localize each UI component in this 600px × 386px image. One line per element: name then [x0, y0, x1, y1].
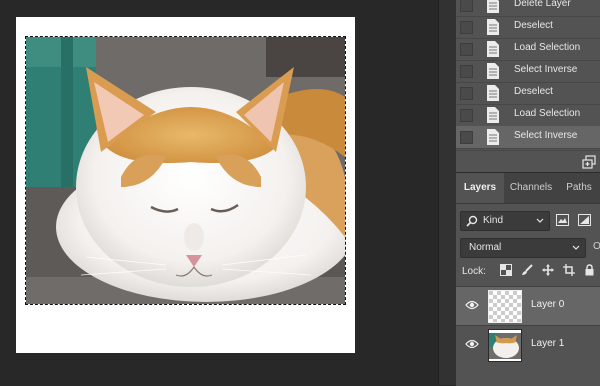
snapshot-source-checkbox[interactable] [460, 0, 473, 12]
history-state-icon [487, 129, 499, 145]
history-state-icon [487, 63, 499, 79]
chevron-down-icon [536, 218, 544, 223]
history-item-label: Load Selection [514, 42, 581, 53]
lock-position-icon[interactable] [542, 264, 554, 276]
cat-photo-layer [26, 37, 345, 304]
transparency-checkerboard [489, 291, 521, 322]
lock-label: Lock: [462, 266, 486, 277]
snapshot-source-checkbox[interactable] [460, 131, 473, 144]
lock-artboard-icon[interactable] [563, 264, 575, 276]
history-item-label: Load Selection [514, 108, 581, 119]
layer-name[interactable]: Layer 1 [531, 338, 564, 349]
layer-thumbnail [488, 290, 522, 323]
history-item-label: Select Inverse [514, 64, 578, 75]
history-item-selected[interactable]: Select Inverse [456, 126, 600, 149]
kind-filter-label: Kind [483, 215, 504, 226]
opacity-label: O [593, 241, 600, 252]
layers-panel: Layers Channels Paths Kind Normal O Lock… [456, 172, 600, 386]
search-icon [466, 215, 478, 227]
snapshot-source-checkbox[interactable] [460, 109, 473, 122]
history-state-icon [487, 19, 499, 35]
visibility-eye-icon[interactable] [465, 339, 479, 349]
history-item[interactable]: Select Inverse [456, 60, 600, 83]
kind-filter-dropdown[interactable]: Kind [460, 211, 550, 231]
pixel-layer-filter-icon[interactable] [556, 214, 569, 226]
history-item[interactable]: Delete Layer [456, 0, 600, 17]
blend-mode-value: Normal [469, 242, 502, 253]
layer-row[interactable]: Layer 0 [456, 286, 600, 325]
history-item[interactable]: Load Selection [456, 38, 600, 61]
snapshot-source-checkbox[interactable] [460, 43, 473, 56]
history-state-icon [487, 107, 499, 123]
lock-row: Lock: [462, 263, 600, 281]
history-state-icon [487, 0, 499, 13]
lock-all-icon[interactable] [584, 264, 595, 276]
layer-thumbnail [488, 329, 522, 362]
cat-thumbnail-image [489, 330, 521, 361]
panel-divider[interactable] [438, 0, 457, 385]
lock-transparent-pixels-icon[interactable] [500, 264, 512, 276]
lock-image-pixels-icon[interactable] [521, 264, 533, 276]
new-snapshot-icon[interactable] [582, 155, 596, 169]
tab-channels[interactable]: Channels [504, 173, 558, 203]
visibility-eye-icon[interactable] [465, 300, 479, 310]
blend-mode-dropdown[interactable]: Normal [460, 238, 586, 258]
history-panel: Delete Layer Deselect Load Selection Sel… [456, 0, 600, 173]
document-canvas[interactable] [16, 17, 355, 353]
history-footer [456, 150, 600, 173]
layer-row[interactable]: Layer 1 [456, 325, 600, 364]
history-item[interactable]: Deselect [456, 82, 600, 105]
history-item-label: Select Inverse [514, 130, 578, 141]
canvas-area[interactable] [0, 0, 438, 385]
layer-name[interactable]: Layer 0 [531, 299, 564, 310]
cat-image [26, 37, 345, 304]
tab-paths[interactable]: Paths [558, 173, 600, 203]
history-state-icon [487, 41, 499, 57]
panel-tabs: Layers Channels Paths [456, 173, 600, 204]
history-item-label: Deselect [514, 20, 553, 31]
history-item[interactable]: Load Selection [456, 104, 600, 127]
snapshot-source-checkbox[interactable] [460, 87, 473, 100]
chevron-down-icon [572, 245, 580, 250]
history-item[interactable]: Deselect [456, 16, 600, 39]
history-item-label: Deselect [514, 86, 553, 97]
history-item-label: Delete Layer [514, 0, 571, 9]
tab-layers[interactable]: Layers [456, 173, 504, 203]
snapshot-source-checkbox[interactable] [460, 21, 473, 34]
snapshot-source-checkbox[interactable] [460, 65, 473, 78]
adjustment-layer-filter-icon[interactable] [578, 214, 591, 226]
history-state-icon [487, 85, 499, 101]
